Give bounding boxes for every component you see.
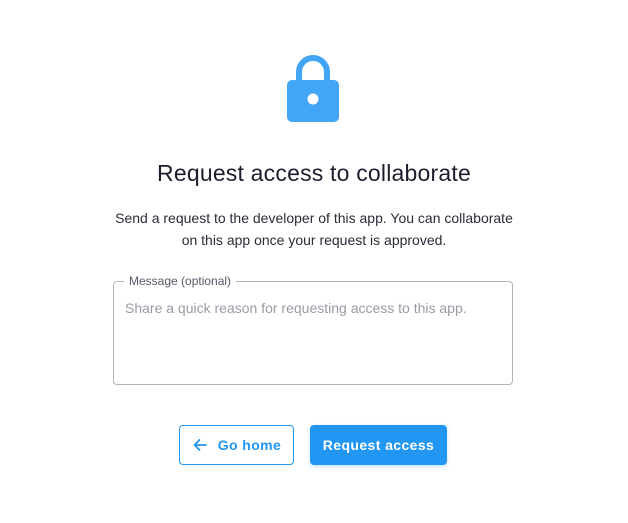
message-label: Message (optional) [129,274,232,288]
page-description: Send a request to the developer of this … [115,210,513,248]
request-access-page: Request access to collaborate Send a req… [0,0,628,523]
go-home-label: Go home [217,437,282,453]
arrow-left-icon [193,439,207,451]
request-access-label: Request access [322,437,435,453]
lock-icon [287,55,339,122]
page-title: Request access to collaborate [157,160,471,186]
go-home-button[interactable]: Go home [179,425,294,465]
request-access-button[interactable]: Request access [310,425,447,465]
message-input[interactable] [114,290,510,380]
